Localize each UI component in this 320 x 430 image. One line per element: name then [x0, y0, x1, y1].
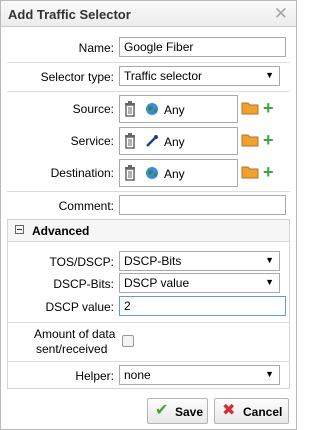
save-label: Save [175, 405, 204, 419]
dscp-bits-select[interactable]: DSCP value ▼ [119, 273, 280, 293]
tos-dscp-value: DSCP-Bits [124, 254, 182, 268]
divider [7, 191, 290, 192]
amount-label-line1: Amount of data [34, 327, 116, 341]
trash-icon[interactable] [124, 133, 136, 152]
selector-type-label: Selector type: [40, 70, 114, 84]
service-label: Service: [70, 134, 114, 148]
checkmark-icon: ✔ [155, 402, 169, 419]
collapse-icon[interactable] [15, 225, 24, 234]
source-label: Source: [72, 102, 114, 116]
source-value: Any [164, 103, 185, 117]
cancel-label: Cancel [243, 405, 283, 419]
divider [7, 62, 290, 63]
add-icon[interactable]: + [263, 99, 274, 117]
add-icon[interactable]: + [263, 131, 274, 149]
tos-dscp-select[interactable]: DSCP-Bits ▼ [119, 251, 280, 271]
amount-label-line2: sent/received [36, 342, 108, 356]
globe-icon [145, 166, 159, 183]
folder-icon[interactable] [241, 133, 259, 150]
helper-label: Helper: [75, 369, 114, 383]
tos-dscp-label: TOS/DSCP: [49, 255, 114, 269]
dialog-title: Add Traffic Selector [8, 7, 131, 22]
dscp-value-input[interactable] [119, 296, 286, 316]
dscp-bits-label: DSCP-Bits: [53, 277, 114, 291]
service-object-box[interactable]: Any [119, 127, 238, 155]
comment-label: Comment: [58, 199, 114, 213]
trash-icon[interactable] [124, 165, 136, 184]
service-wrench-icon [145, 134, 159, 151]
add-traffic-selector-dialog: Add Traffic Selector ✕ Name: Selector ty… [0, 0, 297, 430]
trash-icon[interactable] [124, 101, 136, 120]
divider [7, 91, 290, 92]
divider [7, 322, 290, 323]
helper-select[interactable]: none ▼ [119, 365, 280, 385]
name-input[interactable] [119, 37, 286, 57]
close-icon[interactable]: ✕ [274, 4, 288, 24]
chevron-down-icon: ▼ [265, 70, 274, 80]
globe-icon [145, 102, 159, 119]
folder-icon[interactable] [241, 101, 259, 118]
name-label: Name: [78, 41, 114, 55]
dscp-value-label: DSCP value: [45, 300, 114, 314]
dialog-titlebar: Add Traffic Selector ✕ [1, 1, 296, 27]
destination-value: Any [164, 167, 185, 181]
chevron-down-icon: ▼ [265, 255, 274, 265]
dscp-bits-value: DSCP value [124, 276, 190, 290]
advanced-title: Advanced [32, 224, 90, 238]
amount-checkbox[interactable] [122, 335, 134, 347]
add-icon[interactable]: + [263, 163, 274, 181]
folder-icon[interactable] [241, 165, 259, 182]
cancel-button[interactable]: ✖ Cancel [214, 398, 289, 424]
selector-type-select[interactable]: Traffic selector ▼ [119, 66, 280, 86]
helper-value: none [124, 368, 151, 382]
selector-type-value: Traffic selector [124, 69, 203, 83]
destination-label: Destination: [50, 166, 114, 180]
destination-object-box[interactable]: Any [119, 159, 238, 187]
divider [7, 361, 290, 362]
service-value: Any [164, 135, 185, 149]
cancel-x-icon: ✖ [222, 402, 236, 419]
source-object-box[interactable]: Any [119, 95, 238, 123]
chevron-down-icon: ▼ [265, 369, 274, 379]
chevron-down-icon: ▼ [265, 277, 274, 287]
save-button[interactable]: ✔ Save [147, 398, 208, 424]
advanced-section-header[interactable]: Advanced [7, 219, 290, 241]
comment-input[interactable] [119, 195, 286, 215]
